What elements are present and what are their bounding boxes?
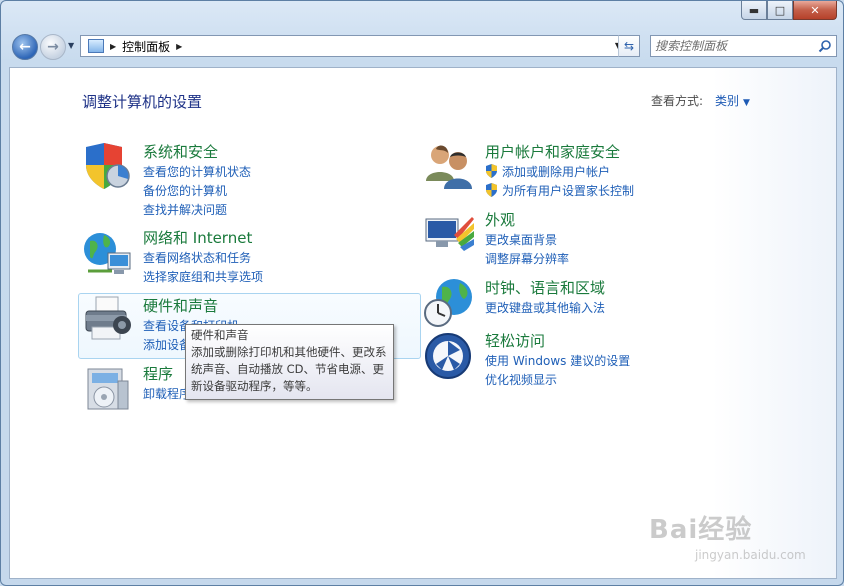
navigation-bar: ← → ▼ ▶ 控制面板 ▶ ▼ ⇆: [9, 33, 837, 61]
uac-shield-icon: [486, 164, 497, 178]
watermark-url: jingyan.baidu.com: [695, 548, 806, 562]
category-network-internet: 网络和 Internet 查看网络状态和任务 选择家庭组和共享选项: [82, 227, 382, 284]
control-panel-window: ▬ □ ✕ ← → ▼ ▶ 控制面板 ▶ ▼ ⇆ 调整计算机的: [0, 0, 844, 586]
recent-pages-dropdown[interactable]: ▼: [68, 41, 74, 50]
uac-shield-icon: [486, 183, 497, 197]
category-link[interactable]: 查看您的计算机状态: [143, 163, 251, 180]
view-by-dropdown[interactable]: 类别 ▼: [715, 92, 750, 109]
category-link-text[interactable]: 为所有用户设置家长控制: [502, 184, 634, 198]
network-globe-icon: [84, 233, 131, 274]
search-input[interactable]: [655, 38, 815, 54]
category-link[interactable]: 添加或删除用户帐户: [485, 163, 610, 180]
window-controls: ▬ □ ✕: [741, 1, 837, 20]
category-title[interactable]: 硬件和声音: [143, 295, 218, 316]
view-by-value[interactable]: 类别: [715, 94, 739, 108]
category-link-text[interactable]: 添加或删除用户帐户: [502, 165, 610, 179]
breadcrumb-control-panel[interactable]: 控制面板: [122, 38, 170, 55]
content-pane: 调整计算机的设置 查看方式: 类别 ▼ 系统和安全 查看您的计算机状态 备份您的计…: [9, 67, 837, 579]
category-link[interactable]: 卸载程序: [143, 385, 191, 402]
category-clock-language-region: 时钟、语言和区域 更改键盘或其他输入法: [424, 277, 724, 329]
category-tooltip: 硬件和声音 添加或删除打印机和其他硬件、更改系统声音、自动播放 CD、节省电源、…: [185, 324, 394, 400]
programs-icon: [87, 368, 129, 410]
breadcrumb-separator-icon[interactable]: ▶: [110, 42, 116, 51]
ease-of-access-icon: [425, 333, 471, 379]
minimize-button[interactable]: ▬: [741, 1, 767, 20]
category-title[interactable]: 用户帐户和家庭安全: [485, 141, 620, 162]
category-ease-of-access: 轻松访问 使用 Windows 建议的设置 优化视频显示: [424, 330, 724, 387]
category-title[interactable]: 程序: [143, 363, 173, 384]
shield-security-icon: [86, 143, 130, 189]
category-link[interactable]: 查看网络状态和任务: [143, 249, 251, 266]
category-link[interactable]: 选择家庭组和共享选项: [143, 268, 263, 285]
category-link[interactable]: 更改桌面背景: [485, 231, 557, 248]
category-link[interactable]: 查找并解决问题: [143, 201, 227, 218]
category-system-security: 系统和安全 查看您的计算机状态 备份您的计算机 查找并解决问题: [82, 141, 382, 217]
control-panel-icon: [88, 39, 104, 53]
search-box[interactable]: [650, 35, 837, 57]
category-link[interactable]: 备份您的计算机: [143, 182, 227, 199]
category-link[interactable]: 为所有用户设置家长控制: [485, 182, 634, 199]
appearance-icon: [425, 217, 474, 251]
category-appearance: 外观 更改桌面背景 调整屏幕分辨率: [424, 209, 724, 266]
maximize-button[interactable]: □: [767, 1, 793, 20]
category-title[interactable]: 外观: [485, 209, 515, 230]
refresh-button[interactable]: ⇆: [618, 35, 640, 57]
search-icon[interactable]: [818, 39, 832, 53]
tooltip-body: 添加或删除打印机和其他硬件、更改系统声音、自动播放 CD、节省电源、更新设备驱动…: [191, 345, 387, 393]
arrow-left-icon: ←: [19, 39, 31, 55]
chevron-down-icon[interactable]: ▼: [743, 98, 750, 108]
category-title[interactable]: 系统和安全: [143, 141, 218, 162]
clock-globe-icon: [424, 279, 472, 327]
category-title[interactable]: 网络和 Internet: [143, 227, 252, 248]
address-bar[interactable]: ▶ 控制面板 ▶ ▼: [80, 35, 640, 57]
category-link[interactable]: 更改键盘或其他输入法: [485, 299, 605, 316]
watermark: Bai经验 jingyan.baidu.com: [649, 509, 809, 569]
forward-button[interactable]: →: [40, 34, 66, 60]
category-link[interactable]: 添加设备: [143, 336, 191, 353]
category-link[interactable]: 使用 Windows 建议的设置: [485, 352, 630, 369]
watermark-brand: Bai经验: [649, 515, 753, 545]
category-title[interactable]: 时钟、语言和区域: [485, 277, 605, 298]
printer-icon: [85, 296, 131, 340]
tooltip-title: 硬件和声音: [191, 328, 249, 342]
close-button[interactable]: ✕: [793, 1, 837, 20]
category-link[interactable]: 优化视频显示: [485, 371, 557, 388]
refresh-icon: ⇆: [623, 39, 635, 53]
users-icon: [426, 145, 472, 189]
page-title: 调整计算机的设置: [82, 93, 203, 111]
back-button[interactable]: ←: [12, 34, 38, 60]
arrow-right-icon: →: [47, 39, 59, 55]
category-link[interactable]: 调整屏幕分辨率: [485, 250, 569, 267]
view-by-label: 查看方式:: [651, 94, 704, 108]
breadcrumb-separator-icon[interactable]: ▶: [176, 42, 182, 51]
category-user-accounts: 用户帐户和家庭安全 添加或删除用户帐户 为所有用户设置家长控制: [424, 141, 724, 198]
category-title[interactable]: 轻松访问: [485, 330, 545, 351]
